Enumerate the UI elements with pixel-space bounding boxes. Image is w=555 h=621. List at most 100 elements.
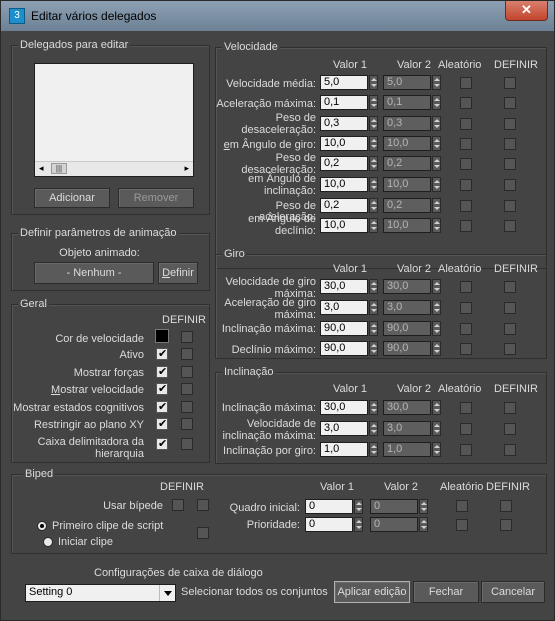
turn-angle-random-checkbox[interactable] (460, 138, 472, 150)
scroll-left-icon[interactable]: ◂ (39, 163, 44, 174)
clip-definir-checkbox[interactable] (197, 527, 209, 539)
decline-angle-v2[interactable]: 10,0 (383, 218, 431, 233)
max-accel-v1-spinner[interactable] (369, 95, 378, 110)
decel-weight-turn-v1[interactable]: 0,3 (320, 116, 368, 131)
max-turn-speed-v1[interactable]: 30,0 (320, 279, 368, 294)
chevron-down-icon[interactable] (159, 585, 175, 601)
select-all-sets-button[interactable]: Selecionar todos os conjuntos (181, 587, 328, 598)
cancel-button[interactable]: Cancelar (481, 581, 545, 603)
max-turn-speed-definir-checkbox[interactable] (504, 281, 516, 293)
accel-weight-definir-checkbox[interactable] (504, 200, 516, 212)
decel-weight-pitch-v1-spinner[interactable] (369, 156, 378, 171)
turn-angle-v1-spinner[interactable] (369, 136, 378, 151)
accel-weight-v2-spinner[interactable] (432, 198, 441, 213)
horizontal-scrollbar[interactable]: ◂ ||| ▸ (35, 161, 193, 176)
max-accel-definir-checkbox[interactable] (504, 97, 516, 109)
first-clip-radio[interactable] (37, 521, 47, 531)
max-decline-v2[interactable]: 90,0 (383, 341, 431, 356)
priority-v1[interactable]: 0 (305, 517, 353, 532)
show-speed-checkbox[interactable] (156, 382, 168, 395)
max-turn-speed-v2-spinner[interactable] (432, 279, 441, 294)
show-forces-definir-checkbox[interactable] (181, 366, 193, 378)
priority-v2-spinner[interactable] (419, 517, 428, 532)
tilt-speed-v1[interactable]: 3,0 (320, 421, 368, 436)
decel-weight-pitch-definir-checkbox[interactable] (504, 158, 516, 170)
active-definir-checkbox[interactable] (181, 348, 193, 360)
max-decline-random-checkbox[interactable] (460, 343, 472, 355)
tilt-speed-v1-spinner[interactable] (369, 421, 378, 436)
show-speed-definir-checkbox[interactable] (181, 383, 193, 395)
decline-angle-v1-spinner[interactable] (369, 218, 378, 233)
priority-v1-spinner[interactable] (354, 517, 363, 532)
turn-angle-v2-spinner[interactable] (432, 136, 441, 151)
turn-angle-v1[interactable]: 10,0 (320, 136, 368, 151)
decel-weight-turn-definir-checkbox[interactable] (504, 118, 516, 130)
decline-angle-random-checkbox[interactable] (460, 220, 472, 232)
decel-weight-pitch-v2[interactable]: 0,2 (383, 156, 431, 171)
decel-weight-pitch-random-checkbox[interactable] (460, 158, 472, 170)
decel-weight-pitch-v1[interactable]: 0,2 (320, 156, 368, 171)
tilt-speed-random-checkbox[interactable] (460, 423, 472, 435)
show-forces-checkbox[interactable] (156, 365, 168, 378)
constrain-xy-definir-checkbox[interactable] (181, 418, 193, 430)
max-turn-speed-v1-spinner[interactable] (369, 279, 378, 294)
start-clip-radio[interactable] (43, 537, 53, 547)
accel-weight-v2[interactable]: 0,2 (383, 198, 431, 213)
use-biped-definir-checkbox[interactable] (197, 499, 209, 511)
max-decline-v1[interactable]: 90,0 (320, 341, 368, 356)
accel-weight-v1[interactable]: 0,2 (320, 198, 368, 213)
max-decline-definir-checkbox[interactable] (504, 343, 516, 355)
max-accel-v2-spinner[interactable] (432, 95, 441, 110)
max-tilt-v2-spinner[interactable] (432, 321, 441, 336)
apply-edit-button[interactable]: Aplicar edição (334, 581, 410, 603)
initial-frame-v2-spinner[interactable] (419, 499, 428, 514)
use-biped-checkbox[interactable] (172, 499, 184, 511)
delegates-list[interactable]: ◂ ||| ▸ (34, 63, 194, 177)
decline-angle-v2-spinner[interactable] (432, 218, 441, 233)
pitch-angle-v2-spinner[interactable] (432, 177, 441, 192)
constrain-xy-checkbox[interactable] (156, 417, 168, 430)
accel-weight-v1-spinner[interactable] (369, 198, 378, 213)
tilt-max-v1-spinner[interactable] (369, 400, 378, 415)
tilt-per-turn-v1[interactable]: 1,0 (320, 442, 368, 457)
pitch-angle-v1[interactable]: 10,0 (320, 177, 368, 192)
turn-angle-definir-checkbox[interactable] (504, 138, 516, 150)
priority-definir-checkbox[interactable] (500, 519, 512, 531)
pitch-angle-v2[interactable]: 10,0 (383, 177, 431, 192)
active-checkbox[interactable] (156, 347, 168, 360)
tilt-speed-v2[interactable]: 3,0 (383, 421, 431, 436)
tilt-per-turn-v2-spinner[interactable] (432, 442, 441, 457)
max-turn-accel-random-checkbox[interactable] (460, 302, 472, 314)
show-cognitive-checkbox[interactable] (156, 400, 168, 413)
animated-object-button[interactable]: - Nenhum - (34, 262, 154, 284)
speed-color-swatch[interactable] (155, 329, 169, 343)
settings-dropdown[interactable]: Setting 0 (25, 584, 176, 602)
max-accel-v2[interactable]: 0,1 (383, 95, 431, 110)
pitch-angle-v1-spinner[interactable] (369, 177, 378, 192)
scroll-thumb[interactable]: ||| (51, 163, 67, 174)
tilt-max-definir-checkbox[interactable] (504, 402, 516, 414)
pitch-angle-random-checkbox[interactable] (460, 179, 472, 191)
max-decline-v2-spinner[interactable] (432, 341, 441, 356)
decel-weight-turn-v1-spinner[interactable] (369, 116, 378, 131)
decel-weight-turn-v2[interactable]: 0,3 (383, 116, 431, 131)
max-turn-speed-v2[interactable]: 30,0 (383, 279, 431, 294)
max-turn-accel-v2[interactable]: 3,0 (383, 300, 431, 315)
bounding-box-checkbox[interactable] (156, 437, 168, 450)
avg-speed-v2-spinner[interactable] (432, 75, 441, 90)
tilt-max-v2-spinner[interactable] (432, 400, 441, 415)
initial-frame-v2[interactable]: 0 (370, 499, 418, 514)
turn-angle-v2[interactable]: 10,0 (383, 136, 431, 151)
decel-weight-pitch-v2-spinner[interactable] (432, 156, 441, 171)
pitch-angle-definir-checkbox[interactable] (504, 179, 516, 191)
bounding-box-definir-checkbox[interactable] (181, 438, 193, 450)
priority-v2[interactable]: 0 (370, 517, 418, 532)
close-dialog-button[interactable]: Fechar (413, 581, 479, 603)
avg-speed-random-checkbox[interactable] (460, 77, 472, 89)
speed-color-definir-checkbox[interactable] (181, 331, 193, 343)
initial-frame-random-checkbox[interactable] (456, 500, 468, 512)
avg-speed-definir-checkbox[interactable] (504, 77, 516, 89)
max-tilt-v1[interactable]: 90,0 (320, 321, 368, 336)
tilt-max-v2[interactable]: 30,0 (383, 400, 431, 415)
add-button[interactable]: Adicionar (34, 188, 110, 208)
